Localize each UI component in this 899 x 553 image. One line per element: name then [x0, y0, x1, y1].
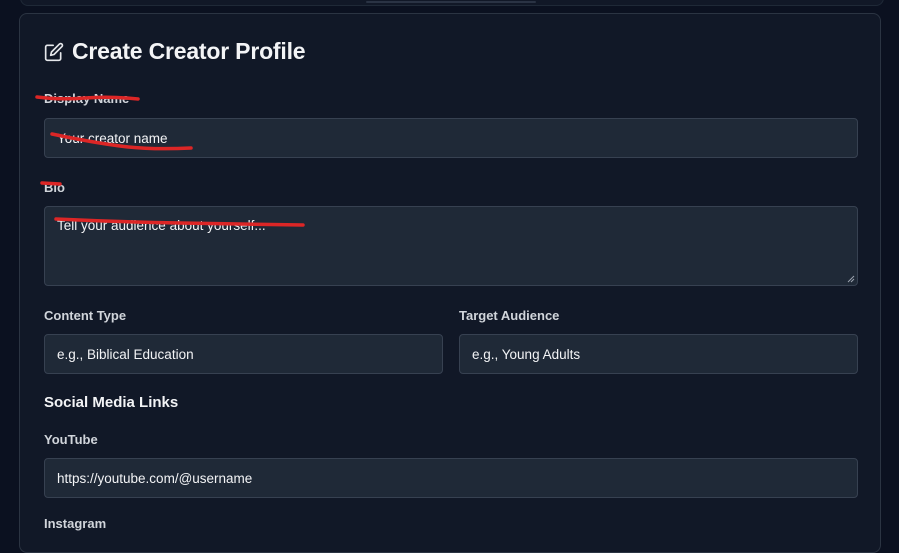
youtube-placeholder: https://youtube.com/@username — [57, 470, 253, 486]
edit-icon — [44, 42, 64, 61]
bio-placeholder: Tell your audience about yourself... — [57, 218, 266, 233]
target-audience-placeholder: e.g., Young Adults — [472, 346, 581, 362]
instagram-label: Instagram — [44, 516, 107, 531]
target-audience-input[interactable]: e.g., Young Adults — [459, 334, 858, 374]
form-header: Create Creator Profile — [44, 38, 306, 65]
youtube-label: YouTube — [44, 432, 98, 447]
display-name-input[interactable]: Your creator name — [44, 118, 858, 158]
display-name-placeholder: Your creator name — [57, 130, 168, 146]
content-type-input[interactable]: e.g., Biblical Education — [44, 334, 443, 374]
target-audience-label: Target Audience — [459, 308, 560, 323]
page-title: Create Creator Profile — [72, 38, 306, 64]
content-type-placeholder: e.g., Biblical Education — [57, 346, 194, 362]
social-links-heading: Social Media Links — [44, 394, 179, 411]
top-strip — [20, 0, 884, 6]
top-strip-tab — [366, 1, 536, 3]
content-type-label: Content Type — [44, 308, 127, 323]
creator-profile-card: Create Creator Profile Display Name Your… — [19, 13, 881, 553]
display-name-label: Display Name — [44, 91, 130, 106]
bio-textarea[interactable]: Tell your audience about yourself... — [44, 206, 858, 286]
youtube-input[interactable]: https://youtube.com/@username — [44, 458, 858, 498]
bio-label: Bio — [44, 180, 65, 195]
resize-grip-icon[interactable] — [847, 275, 855, 283]
